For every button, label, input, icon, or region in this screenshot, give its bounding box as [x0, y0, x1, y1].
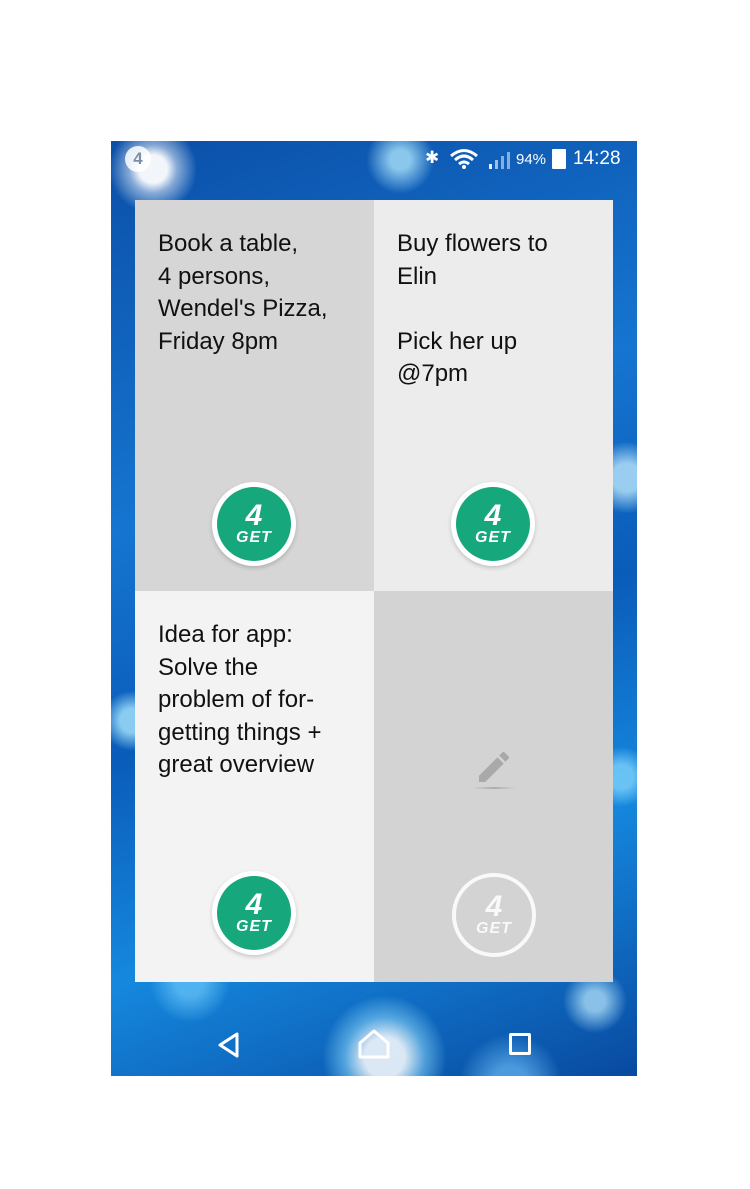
app-logo-button[interactable]: 4 GET [212, 482, 296, 566]
note-card[interactable]: Book a table, 4 persons, Wendel's Pizza,… [135, 200, 374, 591]
battery-percent: 94% [516, 151, 547, 168]
battery-icon [552, 149, 566, 169]
bluetooth-icon: ✱ [425, 148, 440, 167]
back-icon[interactable] [215, 1031, 243, 1059]
note-text: Book a table, 4 persons, Wendel's Pizza,… [158, 230, 328, 355]
home-icon[interactable] [357, 1028, 391, 1060]
app-logo-button-inactive[interactable]: 4 GET [452, 873, 536, 957]
signal-icon [489, 152, 510, 169]
logo-4get-icon: 4 GET [456, 487, 530, 561]
logo-4get-icon: 4 GET [217, 487, 291, 561]
phone-screen: 4 ✱ 94% 14:28 Book a table, 4 persons, W… [111, 141, 637, 1076]
new-note-card[interactable]: 4 GET [374, 591, 613, 982]
note-text: Buy flowers to Elin Pick her up @7pm [397, 230, 548, 387]
note-card[interactable]: Buy flowers to Elin Pick her up @7pm 4 G… [374, 200, 613, 591]
note-text: Idea for app: Solve the problem of for- … [158, 621, 322, 778]
note-card[interactable]: Idea for app: Solve the problem of for- … [135, 591, 374, 982]
logo-4get-icon: 4 GET [476, 889, 512, 937]
notes-widget-grid: Book a table, 4 persons, Wendel's Pizza,… [135, 200, 613, 982]
app-logo-button[interactable]: 4 GET [451, 482, 535, 566]
pencil-shadow [472, 787, 516, 789]
clock: 14:28 [573, 148, 621, 169]
logo-4get-icon: 4 GET [217, 876, 291, 950]
status-bar: 4 ✱ 94% 14:28 [111, 141, 637, 179]
wifi-icon [450, 149, 478, 169]
recents-icon[interactable] [509, 1033, 531, 1055]
pencil-icon[interactable] [474, 747, 514, 787]
notification-app-icon: 4 [125, 146, 151, 172]
app-logo-button[interactable]: 4 GET [212, 871, 296, 955]
navigation-bar [111, 1013, 637, 1073]
